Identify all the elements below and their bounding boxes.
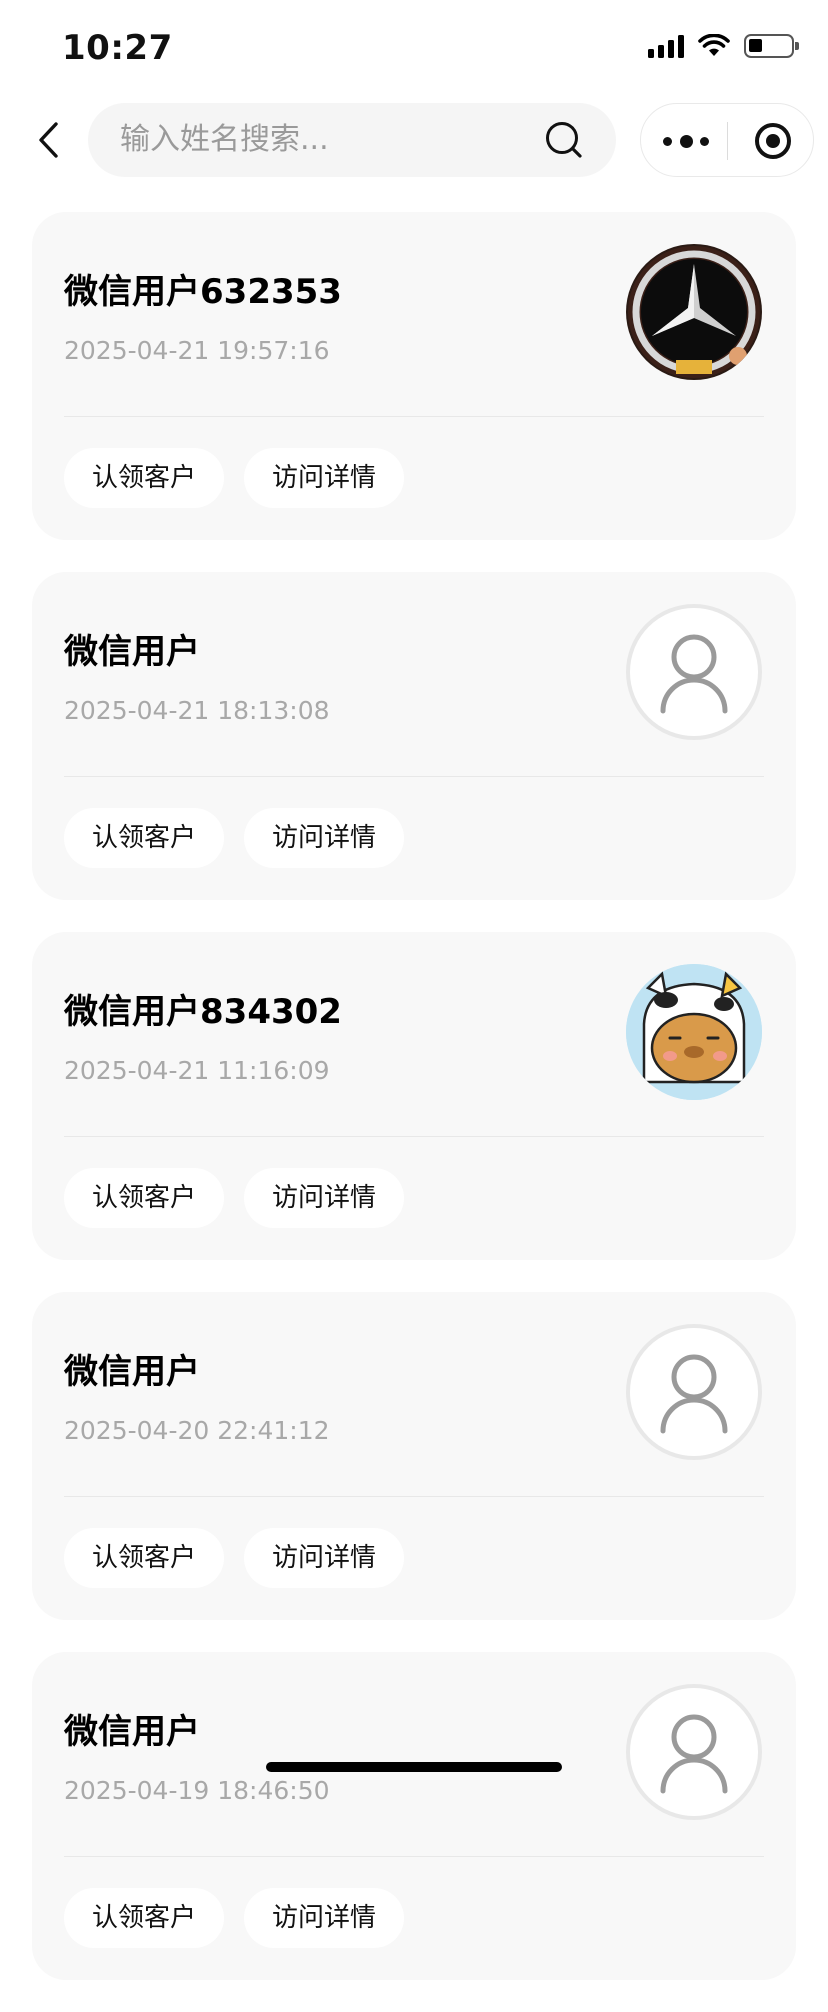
customer-card[interactable]: 微信用户 2025-04-21 18:13:08 认领客户 访问详情 xyxy=(32,572,796,900)
claim-customer-button[interactable]: 认领客户 xyxy=(64,808,225,868)
visit-timestamp: 2025-04-20 22:41:12 xyxy=(64,1416,330,1445)
visit-timestamp: 2025-04-21 19:57:16 xyxy=(64,336,330,365)
divider xyxy=(64,1856,764,1857)
cellular-signal-icon xyxy=(648,34,684,58)
search-input[interactable]: 输入姓名搜索... xyxy=(88,103,616,177)
customer-name: 微信用户 xyxy=(64,632,200,672)
divider xyxy=(64,416,764,417)
default-user-icon xyxy=(660,1714,728,1794)
customer-name: 微信用户632353 xyxy=(64,272,342,312)
status-time: 10:27 xyxy=(62,28,173,68)
claim-customer-button[interactable]: 认领客户 xyxy=(64,1168,225,1228)
claim-customer-button[interactable]: 认领客户 xyxy=(64,1528,225,1588)
avatar xyxy=(626,1684,762,1820)
divider xyxy=(64,1496,764,1497)
visit-details-button[interactable]: 访问详情 xyxy=(244,1528,405,1588)
customer-card[interactable]: 微信用户 2025-04-20 22:41:12 认领客户 访问详情 xyxy=(32,1292,796,1620)
avatar xyxy=(626,244,762,380)
customer-list: 微信用户632353 2025-04-21 19:57:16 认领客户 访问详情… xyxy=(32,212,796,2012)
visit-details-button[interactable]: 访问详情 xyxy=(244,808,405,868)
mercedes-logo-icon xyxy=(628,246,760,378)
visit-details-button[interactable]: 访问详情 xyxy=(244,1168,405,1228)
visit-timestamp: 2025-04-21 11:16:09 xyxy=(64,1056,330,1085)
capybara-cartoon-icon xyxy=(626,964,762,1100)
chevron-left-icon xyxy=(39,122,58,158)
search-placeholder: 输入姓名搜索... xyxy=(120,122,329,157)
claim-customer-button[interactable]: 认领客户 xyxy=(64,448,225,508)
search-icon[interactable] xyxy=(544,120,584,160)
avatar xyxy=(626,964,762,1100)
claim-customer-button[interactable]: 认领客户 xyxy=(64,1888,225,1948)
customer-name: 微信用户 xyxy=(64,1352,200,1392)
avatar xyxy=(626,604,762,740)
wifi-icon xyxy=(698,34,730,56)
divider xyxy=(64,776,764,777)
status-bar: 10:27 xyxy=(0,0,828,96)
customer-name: 微信用户 xyxy=(64,1712,200,1752)
close-mini-program-icon[interactable] xyxy=(755,123,791,159)
avatar xyxy=(626,1324,762,1460)
divider xyxy=(64,1136,764,1137)
visit-details-button[interactable]: 访问详情 xyxy=(244,1888,405,1948)
visit-details-button[interactable]: 访问详情 xyxy=(244,448,405,508)
customer-card[interactable]: 微信用户632353 2025-04-21 19:57:16 认领客户 访问详情 xyxy=(32,212,796,540)
default-user-icon xyxy=(660,634,728,714)
mini-program-capsule xyxy=(640,103,814,177)
status-icons xyxy=(648,34,799,58)
battery-icon xyxy=(744,34,799,58)
customer-name: 微信用户834302 xyxy=(64,992,342,1032)
customer-card[interactable]: 微信用户 2025-04-19 18:46:50 认领客户 访问详情 xyxy=(32,1652,796,1980)
capsule-divider xyxy=(727,122,728,160)
navigation-bar: 输入姓名搜索... xyxy=(0,100,828,180)
default-user-icon xyxy=(660,1354,728,1434)
visit-timestamp: 2025-04-21 18:13:08 xyxy=(64,696,330,725)
more-options-icon[interactable] xyxy=(663,126,709,156)
customer-card[interactable]: 微信用户834302 2025-04-21 11:16:09 认领客户 访问详情 xyxy=(32,932,796,1260)
visit-timestamp: 2025-04-19 18:46:50 xyxy=(64,1776,330,1805)
back-button[interactable] xyxy=(28,116,68,164)
home-indicator xyxy=(266,1762,562,1772)
